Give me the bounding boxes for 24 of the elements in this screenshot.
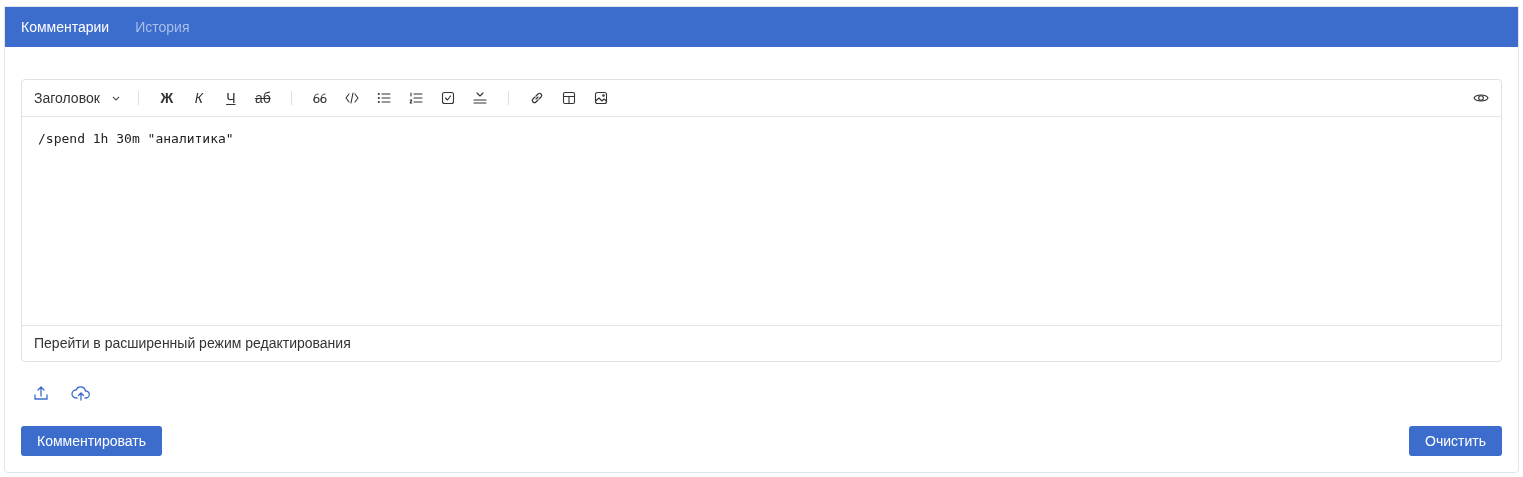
image-icon[interactable] — [593, 91, 608, 105]
cloud-upload-icon[interactable] — [71, 385, 91, 401]
upload-icon[interactable] — [33, 385, 49, 401]
caret-icon — [111, 95, 120, 101]
code-icon[interactable] — [344, 91, 359, 105]
strike-button[interactable]: аб — [246, 87, 279, 109]
editor-field[interactable]: /spend 1h 30m "аналитика" — [22, 117, 1501, 325]
tab[interactable]: Комментарии — [21, 16, 110, 38]
editor-box[interactable]: Заголовок Ж К Ч аб /spend 1h 30m "аналитика" Перейти в расширенный режим редактирования — [21, 79, 1502, 362]
preview-icon[interactable] — [1473, 92, 1489, 104]
underline-button[interactable]: Ч — [214, 87, 247, 109]
checkbox-icon[interactable] — [440, 91, 455, 105]
link-icon[interactable] — [529, 91, 544, 105]
comment-button[interactable]: Комментировать — [21, 426, 162, 456]
heading-dropdown[interactable]: Заголовок — [34, 87, 120, 109]
collapse-icon[interactable] — [472, 91, 487, 105]
numbered-list-icon[interactable] — [408, 91, 423, 105]
bold-button[interactable]: Ж — [150, 87, 183, 109]
italic-button[interactable]: К — [182, 87, 215, 109]
quote-icon[interactable] — [312, 91, 327, 105]
clear-button[interactable]: Очистить — [1409, 426, 1502, 456]
table-icon[interactable] — [561, 91, 576, 105]
advanced-mode-link[interactable]: Перейти в расширенный режим редактирования — [34, 333, 351, 354]
bullet-list-icon[interactable] — [376, 91, 391, 105]
